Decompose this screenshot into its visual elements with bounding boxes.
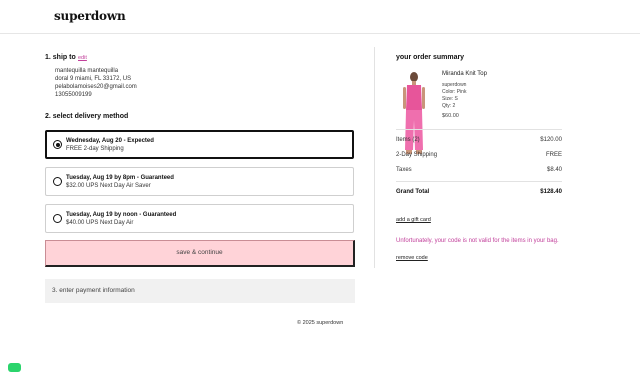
delivery-option-title: Tuesday, Aug 19 by noon - Guaranteed <box>66 212 177 218</box>
product-name[interactable]: Miranda Knit Top <box>442 71 487 77</box>
delivery-option-noon[interactable]: Tuesday, Aug 19 by noon - Guaranteed $40… <box>45 204 354 233</box>
taxes-value: $8.40 <box>546 167 562 173</box>
delivery-method-heading: 2. select delivery method <box>45 113 129 120</box>
remove-code-link[interactable]: remove code <box>396 255 428 261</box>
column-divider <box>374 47 375 268</box>
delivery-option-subtitle: FREE 2-day Shipping <box>66 146 124 152</box>
delivery-option-subtitle: $32.00 UPS Next Day Air Saver <box>66 183 151 189</box>
summary-row-taxes: Taxes $8.40 <box>396 167 562 177</box>
product-color: Color: Pink <box>442 89 467 95</box>
product-price: $60.00 <box>442 113 459 119</box>
items-value: $120.00 <box>540 137 562 143</box>
summary-row-shipping: 2-Day Shipping FREE <box>396 152 562 162</box>
delivery-option-subtitle: $40.00 UPS Next Day Air <box>66 220 134 226</box>
shipping-label: 2-Day Shipping <box>396 152 438 158</box>
taxes-label: Taxes <box>396 167 412 173</box>
delivery-option-8pm[interactable]: Tuesday, Aug 19 by 8pm - Guaranteed $32.… <box>45 167 354 196</box>
radio-button[interactable] <box>53 214 62 223</box>
address-email: pelabolamoises20@gmail.com <box>55 84 137 90</box>
delivery-option-title: Wednesday, Aug 20 - Expected <box>66 138 154 144</box>
product-qty: Qty: 2 <box>442 103 456 109</box>
promo-code-error: Unfortunately, your code is not valid fo… <box>396 238 559 244</box>
radio-button[interactable] <box>53 177 62 186</box>
save-continue-button[interactable]: save & continue <box>45 240 355 267</box>
delivery-option-title: Tuesday, Aug 19 by 8pm - Guaranteed <box>66 175 174 181</box>
shipping-address: mantequilla mantequilla doral 9 miami, F… <box>55 67 137 99</box>
product-brand: superdown <box>442 82 467 88</box>
add-gift-card-link[interactable]: add a gift card <box>396 217 431 223</box>
chat-widget-button[interactable] <box>8 363 21 372</box>
payment-section-collapsed[interactable]: 3. enter payment information <box>45 279 355 303</box>
summary-divider <box>396 129 562 130</box>
edit-address-link[interactable]: edit <box>78 55 87 61</box>
payment-heading: 3. enter payment information <box>52 287 135 294</box>
order-summary-heading: your order summary <box>396 54 465 61</box>
radio-dot <box>55 142 60 147</box>
total-value: $128.40 <box>540 189 562 195</box>
product-details: superdown Color: Pink Size: S Qty: 2 <box>442 82 466 110</box>
address-name: mantequilla mantequilla <box>55 68 119 74</box>
items-label: Items (2) <box>396 137 420 143</box>
site-header: superdown <box>0 0 640 34</box>
summary-row-total: Grand Total $128.40 <box>396 189 562 199</box>
summary-row-items: Items (2) $120.00 <box>396 137 562 147</box>
brand-logo[interactable]: superdown <box>54 9 126 23</box>
radio-button-selected[interactable] <box>53 140 62 149</box>
total-label: Grand Total <box>396 189 430 195</box>
summary-divider <box>396 181 562 182</box>
delivery-option-2day[interactable]: Wednesday, Aug 20 - Expected FREE 2-day … <box>45 130 354 159</box>
footer-copyright: © 2025 superdown <box>297 320 344 326</box>
product-size: Size: S <box>442 96 458 102</box>
address-street: doral 9 miami, FL 33172, US <box>55 76 132 82</box>
shipping-value: FREE <box>545 152 562 158</box>
ship-to-heading: 1. ship to <box>45 54 76 61</box>
address-phone: 13055009199 <box>55 92 92 98</box>
